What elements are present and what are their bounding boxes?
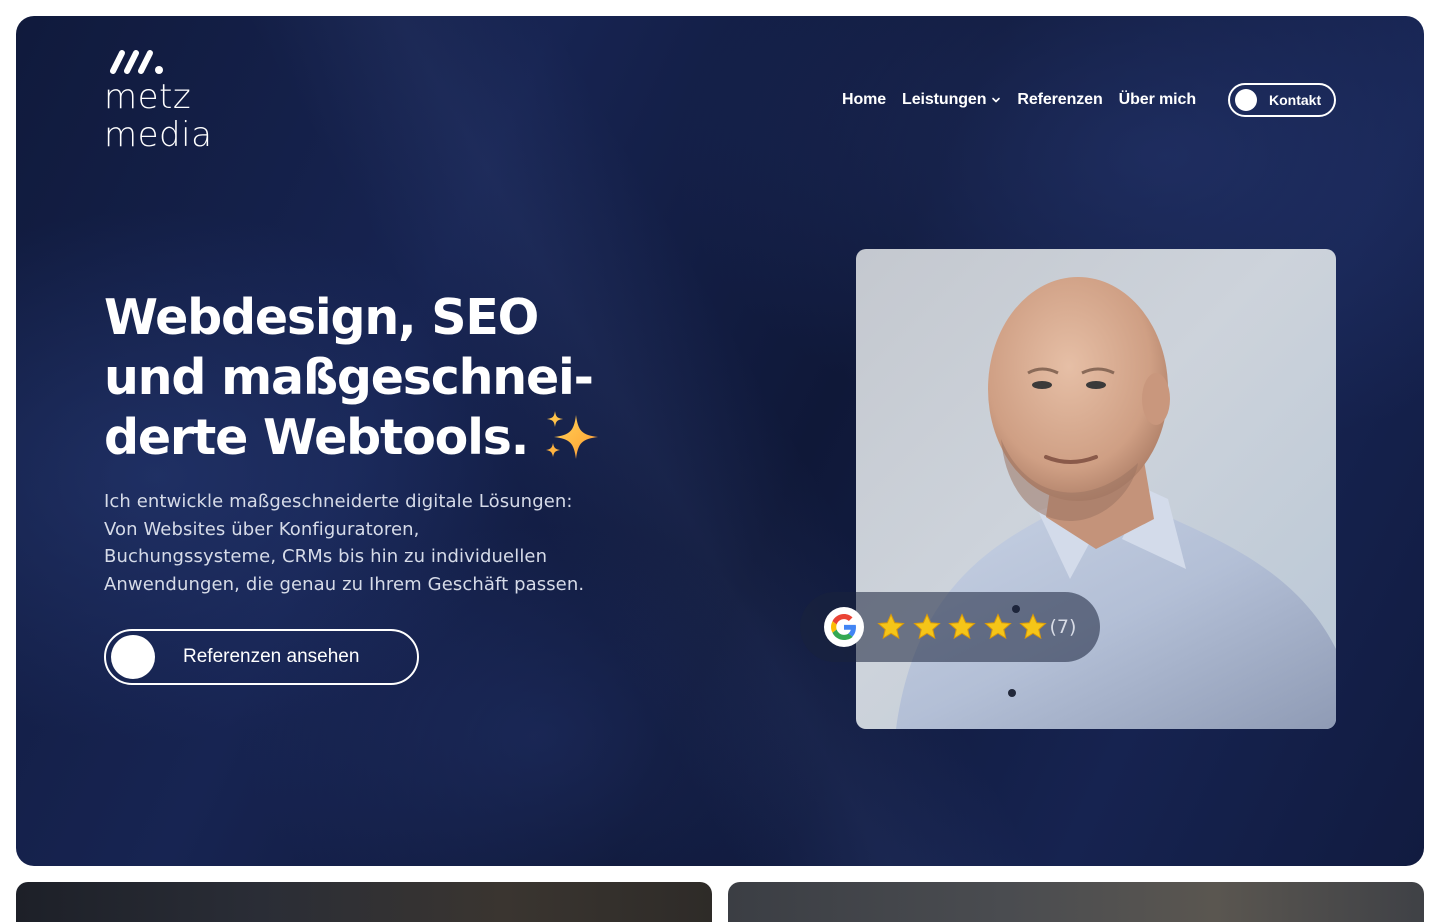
lead-line-4: Anwendungen, die genau zu Ihrem Geschäft… <box>104 573 585 595</box>
logo-line-2: media <box>104 115 213 155</box>
google-logo-icon <box>831 614 856 640</box>
hero-section: metz media Home Leistungen Referenzen Üb… <box>16 16 1424 866</box>
kontakt-button[interactable]: Kontakt <box>1228 83 1336 117</box>
headline-line-1: Webdesign, SEO <box>104 289 539 346</box>
headline-line-2: und maßgeschnei- <box>104 349 594 406</box>
hero-description: Ich entwickle maßgeschneiderte digitale … <box>104 488 624 598</box>
button-dot <box>111 635 155 679</box>
referenzen-ansehen-button[interactable]: Referenzen ansehen <box>104 629 419 685</box>
logo-mark-icon <box>110 50 163 74</box>
button-dot <box>1235 89 1257 111</box>
logo[interactable]: metz media <box>104 48 234 158</box>
lead-line-1: Ich entwickle maßgeschneiderte digitale … <box>104 491 573 512</box>
reference-card-preview[interactable] <box>16 882 712 922</box>
nav-item-leistungen-label: Leistungen <box>902 91 987 108</box>
star-icon <box>876 612 906 642</box>
kontakt-button-label: Kontakt <box>1269 92 1322 108</box>
headline-line-3: derte Webtools. <box>104 409 529 466</box>
referenzen-ansehen-label: Referenzen ansehen <box>183 646 360 667</box>
reference-card-preview[interactable] <box>728 882 1424 922</box>
star-icon <box>983 612 1013 642</box>
main-nav: Home Leistungen Referenzen Über mich Kon… <box>842 83 1336 117</box>
sparkles-icon <box>546 410 599 459</box>
star-icon <box>1018 612 1048 642</box>
star-icon <box>947 612 977 642</box>
logo-line-1: metz <box>104 77 192 117</box>
nav-item-ueber-mich[interactable]: Über mich <box>1119 91 1196 109</box>
logo-wordmark: metz media <box>104 78 212 154</box>
lead-line-3: Buchungssysteme, CRMs bis hin zu individ… <box>104 546 548 567</box>
headline-line-3-wrap: derte Webtools. <box>104 408 664 469</box>
google-rating-badge[interactable]: (7) <box>800 592 1100 662</box>
google-logo <box>824 607 864 647</box>
star-rating <box>876 612 1054 642</box>
nav-item-leistungen[interactable]: Leistungen <box>902 91 1001 109</box>
chevron-down-icon <box>992 97 1001 103</box>
rating-count: (7) <box>1049 616 1077 638</box>
lead-line-2: Von Websites über Konfiguratoren, <box>104 518 420 540</box>
star-icon <box>912 612 942 642</box>
nav-item-referenzen[interactable]: Referenzen <box>1017 91 1102 109</box>
nav-item-home[interactable]: Home <box>842 91 886 109</box>
page-title: Webdesign, SEO und maßgeschnei- derte We… <box>104 288 664 469</box>
